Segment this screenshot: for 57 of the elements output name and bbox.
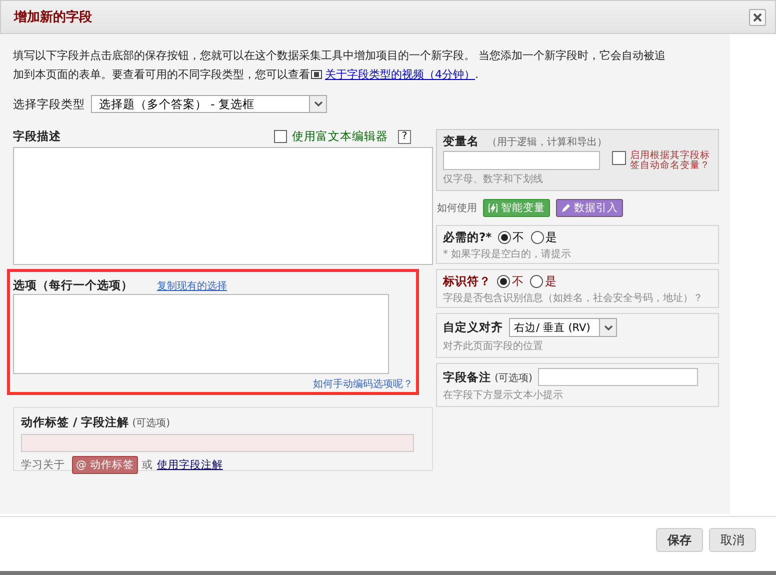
radio-button[interactable] [497,275,510,288]
variable-name-field[interactable] [443,151,600,170]
video-link[interactable]: 关于字段类型的视频（4分钟） [325,68,475,81]
field-label: 动作标签 / 字段注解 [21,415,130,430]
caret-icon [599,319,616,336]
field-type-select[interactable]: 选择题（多个答案） - 复选框 [91,95,327,113]
radio-label[interactable]: 不 [512,274,524,289]
action-tags-button[interactable]: @ 动作标签 [72,456,138,474]
help-button[interactable]: ? [398,130,411,144]
hint-text: * 如果字段是空白的，请提示 [443,248,572,261]
field-label: 自定义对齐 [443,320,503,335]
radio-button[interactable] [530,275,543,288]
intro-text: 填写以下字段并点击底部的保存按钮，您就可以在这个数据采集工具中增加项目的一个新字段。 当您添加一个新字段时，它会自动被追加到本页面的表单。要查看可用的不同字段类型，您可以查看 关于字段类型的视频（4分钟）. [13,48,666,83]
hint-text: 字段是否包含识别信息（如姓名，社会安全号码，地址）？ [443,292,704,305]
hint-text: 对齐此页面字段的位置 [443,340,544,353]
field-label: 标识符？ [443,274,491,289]
radio-label[interactable]: 不 [512,230,525,245]
pen-icon [561,203,571,213]
choices-field[interactable] [13,294,389,374]
help-link[interactable]: 如何手动编码选项呢？ [13,377,413,391]
film-icon [311,70,322,79]
variable-note: （用于逻辑，计算和导出） [487,137,607,148]
alignment-select[interactable]: 右边/ 垂直 (RV) [509,318,617,337]
piping-button[interactable]: 数据引入 [556,199,623,217]
hint-text: 仅字母、数字和下划线 [443,172,544,186]
checkbox-label[interactable]: 启用根据其字段标签自动命名变量？ [630,151,710,186]
action-tags-field[interactable] [21,434,414,452]
radio-label[interactable]: 是 [546,230,558,245]
usage-label: 如何使用 [437,202,477,215]
optional-note: (可选项) [132,416,170,430]
field-label: 字段备注 [443,370,491,384]
radio-button[interactable] [530,231,544,244]
cancel-button[interactable]: 取消 [709,528,756,552]
close-button[interactable] [749,8,766,26]
bolt-icon [488,203,498,213]
checkbox[interactable] [612,151,626,165]
or-text: 或 [142,458,153,472]
radio-button[interactable] [498,231,511,244]
field-label: 选择字段类型 [13,96,85,112]
field-label: 变量名 [443,134,479,148]
checkbox-label[interactable]: 使用富文本编辑器 [292,129,388,144]
checkbox[interactable] [274,130,287,143]
learn-text: 学习关于 [21,458,65,472]
save-button[interactable]: 保存 [656,528,703,552]
field-note-field[interactable] [538,368,698,386]
field-label: 字段描述 [13,129,61,144]
field-label: 选项（每行一个选项） [13,278,133,293]
caret-icon [309,96,326,112]
optional-note: (可选项) [494,372,532,384]
radio-label[interactable]: 是 [545,274,557,289]
field-annotation-link[interactable]: 使用字段注解 [156,458,223,472]
copy-choices-link[interactable]: 复制现有的选择 [157,278,227,292]
dialog-title: 增加新的字段 [14,8,92,26]
hint-text: 在字段下方显示文本小提示 [443,388,564,402]
description-field[interactable] [13,147,433,265]
close-icon [753,12,762,22]
field-label: 必需的?* [443,230,492,245]
